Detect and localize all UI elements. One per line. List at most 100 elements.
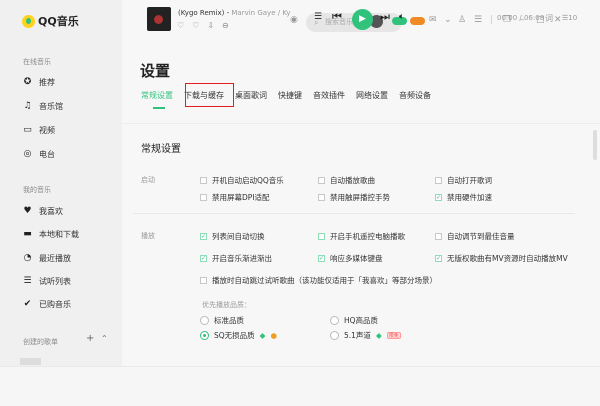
radio-sq[interactable]: SQ无损品质 ◆ ● [200, 330, 277, 341]
checkbox[interactable] [318, 194, 325, 201]
label: 电台 [39, 150, 55, 159]
checkbox[interactable] [435, 177, 442, 184]
sidebar-item-radio[interactable]: ◎ 电台 [23, 149, 55, 160]
sidebar-item-recent[interactable]: ◔ 最近播放 [23, 253, 71, 264]
collapse-chevron-icon[interactable]: ⌃ [101, 334, 108, 343]
radio-standard[interactable]: 标准品质 [200, 315, 244, 326]
checkbox-fade[interactable]: ✓ 开启音乐渐进渐出 [200, 253, 272, 264]
skin-icon[interactable]: ♙ [458, 15, 466, 25]
label: 禁用硬件加速 [447, 193, 492, 202]
highlight-box [185, 83, 234, 107]
checkbox[interactable] [435, 233, 442, 240]
checkbox-phone-remote[interactable]: 开启手机遥控电脑播歌 [318, 231, 405, 242]
label: 自动打开歌词 [447, 176, 492, 185]
coin-icon: ● [270, 331, 277, 340]
download-icon[interactable]: ⇩ [207, 21, 214, 30]
checkbox-checked[interactable]: ✓ [318, 255, 325, 262]
label: 自动播放歌曲 [330, 176, 375, 185]
menu-icon[interactable]: ☰ [474, 15, 482, 25]
label: 视频 [39, 126, 55, 135]
playlist-count: 10 [568, 14, 578, 22]
checkbox[interactable] [200, 177, 207, 184]
volume-icon[interactable]: 🔈︎ [399, 12, 404, 22]
radio-selected[interactable] [200, 331, 209, 340]
radio[interactable] [330, 316, 339, 325]
checkbox-autostart[interactable]: 开机自动启动QQ音乐 [200, 175, 284, 186]
sidebar-item-video[interactable]: ▭ 视频 [23, 125, 55, 136]
checkbox-disable-touch[interactable]: 禁用触屏播控手势 [318, 192, 390, 203]
tab-desktop-lyrics[interactable]: 桌面歌词 [235, 90, 267, 101]
sidebar-item-local[interactable]: ▬ 本地和下载 [23, 229, 79, 240]
album-cover[interactable] [147, 7, 171, 31]
checkbox[interactable] [200, 277, 207, 284]
tab-sound-plugins[interactable]: 音效插件 [313, 90, 345, 101]
label: 自动调节到最佳音量 [447, 232, 515, 241]
label: 试听列表 [39, 277, 71, 286]
playlist-icon: ☰ [23, 276, 32, 286]
song-artist[interactable]: Marvin Gaye / Ky [231, 9, 290, 17]
checkbox-checked[interactable]: ✓ [200, 233, 207, 240]
section-title: 常规设置 [141, 144, 181, 155]
mail-icon[interactable]: ✉ [429, 15, 437, 25]
checkbox-disable-hw-accel[interactable]: ✓ 禁用硬件加速 [435, 192, 492, 203]
tab-shortcuts[interactable]: 快捷键 [278, 90, 302, 101]
label: 推荐 [39, 78, 55, 87]
radio-5-1[interactable]: 5.1声道 ◆ 限免 [330, 330, 401, 341]
player-bar [0, 366, 600, 406]
sidebar-item-music-hall[interactable]: ♫ 音乐馆 [23, 101, 63, 112]
star-circle-icon: ✪ [23, 77, 32, 87]
radio[interactable] [330, 331, 339, 340]
label: 禁用屏幕DPI适配 [212, 193, 270, 202]
orange-vip-badge[interactable] [410, 17, 425, 25]
sidebar-item-recommend[interactable]: ✪ 推荐 [23, 77, 55, 88]
play-button[interactable]: ▶ [352, 9, 373, 30]
voice-search-icon[interactable]: ◉ [290, 15, 298, 25]
checkbox-checked[interactable]: ✓ [435, 194, 442, 201]
scrollbar[interactable] [593, 130, 597, 160]
lyrics-button[interactable]: 词 [545, 13, 553, 24]
sidebar-item-purchased[interactable]: ✔ 已购音乐 [23, 299, 71, 310]
tab-general[interactable]: 常规设置 [141, 90, 173, 109]
checkbox-checked[interactable]: ✓ [435, 255, 442, 262]
checkbox-skip-trial[interactable]: 播放时自动跳过试听歌曲（该功能仅适用于「我喜欢」等部分场景） [200, 275, 437, 286]
monitor-icon: ▬ [23, 229, 32, 239]
label: 开机自动启动QQ音乐 [212, 176, 284, 185]
music-note-icon: ♫ [23, 101, 32, 111]
checkbox-auto-switch-list[interactable]: ✓ 列表间自动切换 [200, 231, 265, 242]
sidebar-item-favorites[interactable]: ♥ 我喜欢 [23, 206, 63, 217]
radio-hq[interactable]: HQ高品质 [330, 315, 378, 326]
checkbox-auto-volume[interactable]: 自动调节到最佳音量 [435, 231, 515, 242]
checkbox-media-keys[interactable]: ✓ 响应多媒体键盘 [318, 253, 383, 264]
previous-icon[interactable]: ⏮ [332, 10, 342, 24]
playlist-item-blurred[interactable] [20, 358, 41, 365]
checkbox-auto-mv[interactable]: ✓ 无版权歌曲有MV资源时自动播放MV [435, 253, 568, 264]
tab-audio-device[interactable]: 音频设备 [399, 90, 431, 101]
next-icon[interactable]: ⏭ [380, 10, 390, 24]
app-logo[interactable]: QQ音乐 [22, 13, 79, 29]
label: 播放时自动跳过试听歌曲（该功能仅适用于「我喜欢」等部分场景） [212, 276, 437, 285]
chevron-down-icon[interactable]: ⌄ [444, 15, 452, 25]
sidebar-item-trial-list[interactable]: ☰ 试听列表 [23, 276, 71, 287]
checkbox-disable-dpi[interactable]: 禁用屏幕DPI适配 [200, 192, 270, 203]
checkbox[interactable] [318, 233, 325, 240]
label: 开启音乐渐进渐出 [212, 254, 272, 263]
qq-music-logo-icon [22, 14, 35, 28]
song-actions: ♡ ♡ ⇩ ⊖ [177, 21, 229, 30]
checkbox[interactable] [200, 194, 207, 201]
checkbox-open-lyrics[interactable]: 自动打开歌词 [435, 175, 492, 186]
tab-network[interactable]: 网络设置 [356, 90, 388, 101]
more-icon[interactable]: ⊖ [222, 21, 229, 30]
checkbox-checked[interactable]: ✓ [200, 255, 207, 262]
checkbox-autoplay[interactable]: 自动播放歌曲 [318, 175, 375, 186]
diamond-vip-icon: ◆ [259, 331, 266, 340]
playlist-button[interactable]: ☰10 [562, 14, 577, 22]
radio[interactable] [200, 316, 209, 325]
checkbox[interactable] [318, 177, 325, 184]
divider [133, 213, 575, 214]
play-mode-icon[interactable]: ☰ [314, 12, 322, 22]
dislike-icon[interactable]: ♡ [192, 21, 199, 30]
like-icon[interactable]: ♡ [177, 21, 184, 30]
close-icon[interactable]: ✕ [554, 15, 562, 25]
divider [122, 123, 600, 124]
add-playlist-icon[interactable]: + [86, 333, 94, 344]
